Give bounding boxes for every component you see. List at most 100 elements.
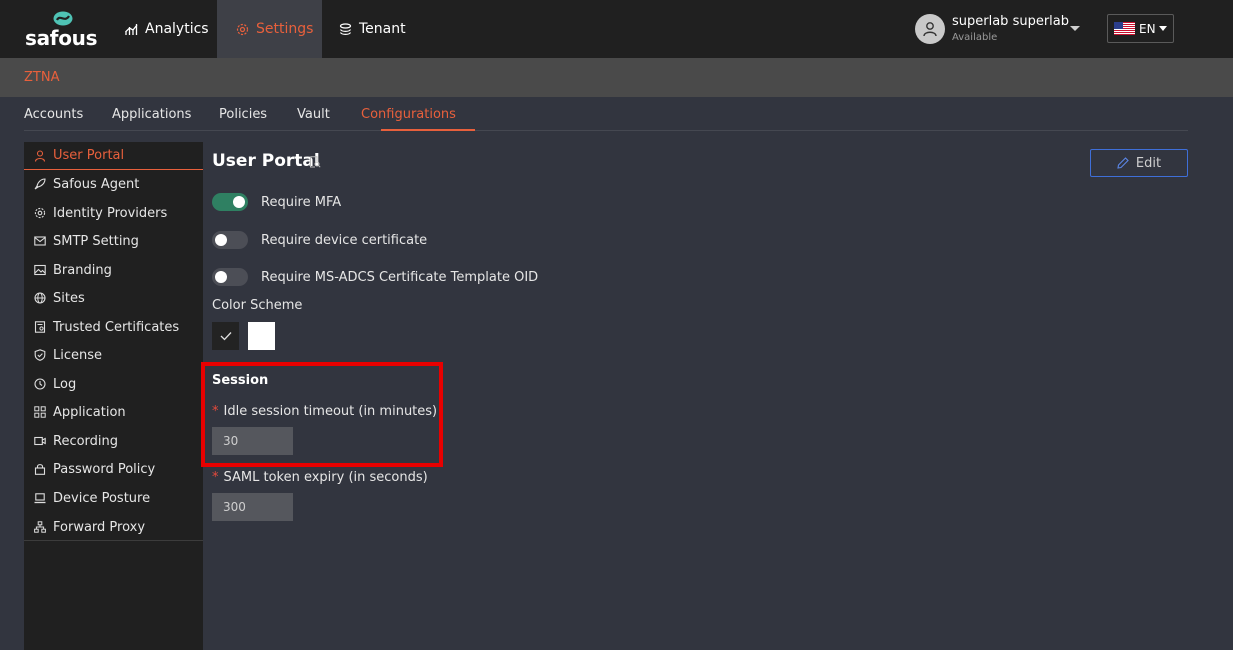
- grid-icon: [33, 406, 46, 419]
- require-mfa-row: Require MFA: [212, 192, 341, 212]
- sidebar-item-label: SMTP Setting: [53, 233, 139, 249]
- globe-icon: [33, 292, 46, 305]
- sidebar-item-safous-agent[interactable]: Safous Agent: [24, 170, 203, 198]
- gear-icon: [33, 207, 46, 220]
- edit-button-label: Edit: [1135, 155, 1162, 171]
- chevron-down-icon: [1158, 26, 1167, 31]
- check-icon: [220, 332, 231, 341]
- nav-tenant[interactable]: Tenant: [338, 0, 406, 58]
- idle-timeout-label: * Idle session timeout (in minutes): [212, 404, 437, 419]
- required-marker: *: [212, 470, 219, 485]
- saml-expiry-input[interactable]: [212, 493, 293, 521]
- tab-configurations[interactable]: Configurations: [361, 107, 456, 122]
- require-ms-adcs-oid-toggle[interactable]: [212, 268, 248, 286]
- mail-icon: [33, 235, 46, 248]
- color-scheme-dark-option[interactable]: [212, 322, 239, 350]
- sidebar-item-label: Branding: [53, 262, 112, 278]
- saml-expiry-label-text: SAML token expiry (in seconds): [223, 470, 428, 485]
- sidebar-item-branding[interactable]: Branding: [24, 256, 203, 284]
- language-code: EN: [1139, 21, 1156, 36]
- require-device-certificate-label: Require device certificate: [261, 232, 428, 248]
- user-icon: [33, 149, 46, 162]
- nav-settings[interactable]: Settings: [217, 0, 322, 58]
- laptop-icon: [33, 492, 46, 505]
- image-icon: [33, 264, 46, 277]
- configuration-sidebar: User Portal Safous Agent Identity Provid…: [24, 142, 203, 650]
- require-mfa-toggle[interactable]: [212, 193, 248, 211]
- sidebar-item-password-policy[interactable]: Password Policy: [24, 455, 203, 483]
- toggle-knob: [233, 196, 245, 208]
- document-search-icon[interactable]: [309, 156, 321, 168]
- session-section-title: Session: [212, 373, 269, 388]
- user-status: Available: [952, 32, 998, 43]
- sidebar-item-label: Forward Proxy: [53, 519, 146, 535]
- sidebar-item-forward-proxy[interactable]: Forward Proxy: [24, 513, 203, 541]
- sidebar-item-device-posture[interactable]: Device Posture: [24, 484, 203, 512]
- sidebar-item-label: Identity Providers: [53, 205, 168, 221]
- safous-logo[interactable]: safous: [25, 10, 99, 50]
- toggle-knob: [215, 234, 227, 246]
- sidebar-item-application[interactable]: Application: [24, 398, 203, 426]
- logo-text: safous: [25, 26, 98, 50]
- breadcrumb-bar: ZTNA: [0, 58, 1233, 97]
- nav-settings-label: Settings: [256, 21, 314, 37]
- sidebar-item-user-portal[interactable]: User Portal: [24, 142, 203, 170]
- require-mfa-label: Require MFA: [261, 194, 342, 210]
- chevron-down-icon[interactable]: [1070, 26, 1080, 31]
- sidebar-list: User Portal Safous Agent Identity Provid…: [24, 142, 203, 541]
- tab-applications[interactable]: Applications: [112, 107, 191, 122]
- section-tabs: Accounts Applications Policies Vault Con…: [24, 97, 1188, 131]
- nav-analytics[interactable]: Analytics: [124, 0, 209, 58]
- avatar: [915, 14, 945, 44]
- certificate-icon: [33, 321, 46, 334]
- sidebar-item-label: License: [53, 347, 103, 363]
- us-flag-icon: [1114, 22, 1135, 35]
- top-navigation-bar: safous Analytics Settings Tenant superla…: [0, 0, 1233, 58]
- require-device-certificate-toggle[interactable]: [212, 231, 248, 249]
- require-ms-adcs-oid-row: Require MS-ADCS Certificate Template OID: [212, 267, 538, 287]
- sidebar-item-label: Device Posture: [53, 490, 151, 506]
- sidebar-item-identity-providers[interactable]: Identity Providers: [24, 199, 203, 227]
- user-avatar-icon: [923, 22, 937, 37]
- breadcrumb[interactable]: ZTNA: [24, 70, 59, 85]
- sidebar-item-smtp-setting[interactable]: SMTP Setting: [24, 227, 203, 255]
- tab-accounts[interactable]: Accounts: [24, 107, 83, 122]
- sidebar-item-sites[interactable]: Sites: [24, 284, 203, 312]
- pencil-icon: [1117, 157, 1129, 169]
- tab-policies[interactable]: Policies: [219, 107, 267, 122]
- color-scheme-light-option[interactable]: [248, 322, 275, 350]
- shield-icon: [33, 349, 46, 362]
- language-selector[interactable]: EN: [1107, 14, 1174, 43]
- toggle-knob: [215, 271, 227, 283]
- tenant-icon: [338, 22, 352, 36]
- idle-timeout-label-text: Idle session timeout (in minutes): [223, 404, 438, 419]
- sidebar-item-log[interactable]: Log: [24, 370, 203, 398]
- nav-tenant-label: Tenant: [359, 21, 406, 37]
- active-tab-indicator: [381, 129, 475, 131]
- require-ms-adcs-oid-label: Require MS-ADCS Certificate Template OID: [261, 269, 539, 285]
- nav-analytics-label: Analytics: [145, 21, 209, 37]
- idle-timeout-input[interactable]: [212, 427, 293, 455]
- gear-icon: [235, 22, 249, 36]
- sidebar-item-recording[interactable]: Recording: [24, 427, 203, 455]
- page-title: User Portal: [212, 151, 320, 171]
- sidebar-item-label: Sites: [53, 290, 85, 306]
- sidebar-item-label: Safous Agent: [53, 176, 140, 192]
- edit-button[interactable]: Edit: [1090, 149, 1188, 177]
- video-icon: [33, 435, 46, 448]
- tab-vault[interactable]: Vault: [297, 107, 330, 122]
- user-name: superlab superlab: [952, 14, 1070, 29]
- required-marker: *: [212, 404, 219, 419]
- clock-icon: [33, 378, 46, 391]
- require-device-certificate-row: Require device certificate: [212, 230, 427, 250]
- sidebar-item-trusted-certificates[interactable]: Trusted Certificates: [24, 313, 203, 341]
- sidebar-item-license[interactable]: License: [24, 341, 203, 369]
- saml-expiry-label: * SAML token expiry (in seconds): [212, 470, 428, 485]
- color-scheme-label: Color Scheme: [212, 298, 303, 313]
- sidebar-item-label: Password Policy: [53, 461, 156, 477]
- sidebar-item-label: Recording: [53, 433, 119, 449]
- bar-chart-icon: [124, 22, 138, 36]
- sidebar-item-label: Application: [53, 404, 126, 420]
- network-icon: [33, 521, 46, 534]
- sidebar-item-label: Log: [53, 376, 77, 392]
